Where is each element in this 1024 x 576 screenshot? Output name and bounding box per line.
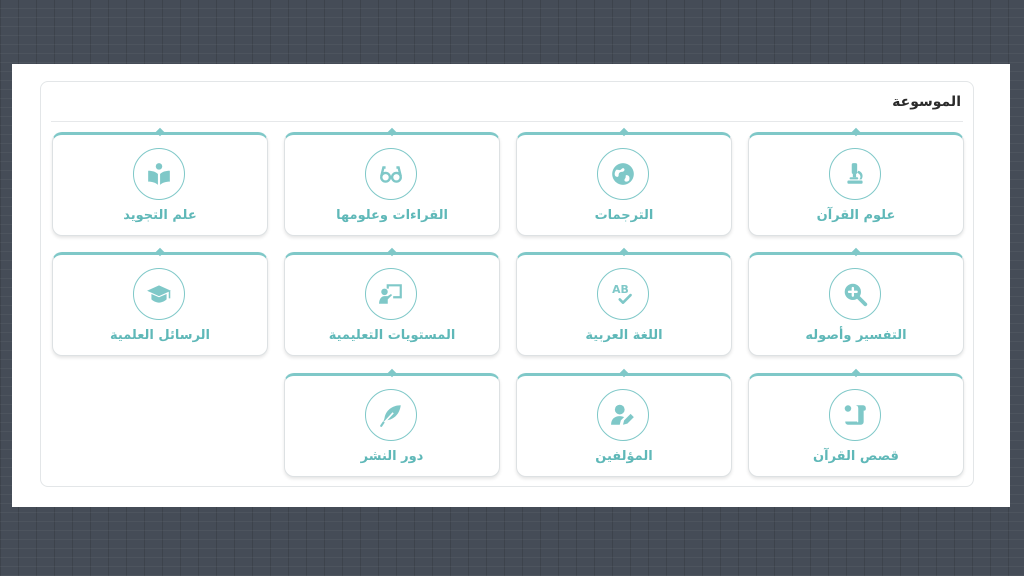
card-tafsir[interactable]: التفسير وأصوله <box>748 252 964 356</box>
card-quran-stories[interactable]: قصص القرآن <box>748 373 964 477</box>
card-readings[interactable]: القراءات وعلومها <box>284 132 500 236</box>
globe-icon <box>597 148 649 200</box>
scroll-icon <box>829 389 881 441</box>
user-pen-icon <box>597 389 649 441</box>
card-publishers[interactable]: دور النشر <box>284 373 500 477</box>
card-translations[interactable]: الترجمات <box>516 132 732 236</box>
card-arabic-language[interactable]: AB اللغة العربية <box>516 252 732 356</box>
magnifier-plus-icon <box>829 268 881 320</box>
card-label: قصص القرآن <box>813 449 899 464</box>
book-reader-icon <box>133 148 185 200</box>
encyclopedia-panel: الموسوعة علوم القرآن الترجمات القراءات و… <box>40 81 974 487</box>
panel-title: الموسوعة <box>892 94 961 110</box>
ab-check-icon: AB <box>597 268 649 320</box>
card-label: علم التجويد <box>123 208 197 223</box>
svg-text:AB: AB <box>612 283 629 296</box>
card-authors[interactable]: المؤلفين <box>516 373 732 477</box>
content-area: الموسوعة علوم القرآن الترجمات القراءات و… <box>12 64 1010 507</box>
card-tajweed[interactable]: علم التجويد <box>52 132 268 236</box>
glasses-icon <box>365 148 417 200</box>
card-quran-sciences[interactable]: علوم القرآن <box>748 132 964 236</box>
title-divider <box>51 121 963 122</box>
card-label: القراءات وعلومها <box>336 208 448 223</box>
card-label: الرسائل العلمية <box>110 328 210 343</box>
card-label: المستويات التعليمية <box>328 328 456 343</box>
microscope-icon <box>829 148 881 200</box>
graduation-cap-icon <box>133 268 185 320</box>
card-theses[interactable]: الرسائل العلمية <box>52 252 268 356</box>
card-label: التفسير وأصوله <box>805 328 907 343</box>
card-label: الترجمات <box>594 208 654 223</box>
teacher-board-icon <box>365 268 417 320</box>
card-label: اللغة العربية <box>585 328 663 343</box>
card-label: دور النشر <box>360 449 424 464</box>
card-label: المؤلفين <box>595 449 653 464</box>
feather-icon <box>365 389 417 441</box>
card-educational-levels[interactable]: المستويات التعليمية <box>284 252 500 356</box>
card-label: علوم القرآن <box>816 208 896 223</box>
